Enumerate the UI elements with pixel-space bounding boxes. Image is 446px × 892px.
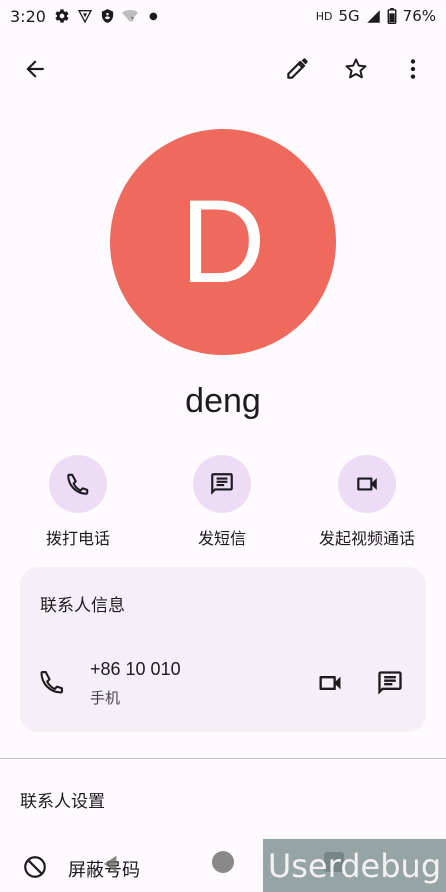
status-bar-right: HD 5G 76% xyxy=(316,7,436,25)
signal-icon xyxy=(366,9,381,24)
back-arrow-icon xyxy=(22,56,48,82)
phone-icon[interactable] xyxy=(38,668,66,696)
phone-number[interactable]: +86 10 010 xyxy=(90,659,181,680)
more-options-button[interactable] xyxy=(392,48,434,90)
block-number-label: 屏蔽号码 xyxy=(68,860,140,881)
videocam-icon xyxy=(354,471,380,497)
app-bar xyxy=(0,48,446,90)
network-type: 5G xyxy=(338,7,360,25)
svg-text:?: ? xyxy=(131,16,134,23)
sms-action-label: 发短信 xyxy=(197,529,246,548)
edit-pencil-icon xyxy=(284,56,310,82)
message-icon xyxy=(209,471,235,497)
sms-action-button[interactable] xyxy=(193,455,251,513)
avatar-initial: D xyxy=(180,176,266,308)
video-call-action-button[interactable] xyxy=(338,455,396,513)
call-action-label: 拨打电话 xyxy=(45,529,110,548)
section-divider xyxy=(0,758,446,759)
message-icon[interactable] xyxy=(376,669,404,697)
call-action[interactable]: 拨打电话 xyxy=(3,455,153,549)
vpn-icon xyxy=(76,8,94,24)
gear-icon xyxy=(54,8,70,24)
contact-name: deng xyxy=(185,382,261,420)
contact-avatar: D xyxy=(110,129,336,355)
status-bar: 3:20 ? ● HD 5G 76% xyxy=(0,0,446,32)
star-icon xyxy=(343,56,369,82)
status-bar-left: 3:20 ? ● xyxy=(10,7,158,26)
sms-action[interactable]: 发短信 xyxy=(147,455,297,549)
battery-percent: 76% xyxy=(402,7,436,25)
videocam-icon[interactable] xyxy=(316,669,344,697)
back-button[interactable] xyxy=(14,48,56,90)
video-call-action-label: 发起视频通话 xyxy=(318,529,415,548)
favorite-button[interactable] xyxy=(335,48,377,90)
video-call-action[interactable]: 发起视频通话 xyxy=(292,455,442,549)
edit-button[interactable] xyxy=(276,48,318,90)
shield-icon xyxy=(100,8,115,24)
userdebug-watermark: Userdebug xyxy=(263,839,446,892)
contact-info-card: 联系人信息 +86 10 010 手机 xyxy=(20,567,426,732)
wifi-icon: ? xyxy=(121,8,139,24)
contact-info-title: 联系人信息 xyxy=(40,596,125,616)
phone-icon xyxy=(65,471,91,497)
more-vert-icon xyxy=(400,56,426,82)
call-action-button[interactable] xyxy=(49,455,107,513)
phone-type: 手机 xyxy=(90,689,121,707)
battery-icon xyxy=(387,8,397,24)
status-time: 3:20 xyxy=(10,6,46,26)
dot-icon: ● xyxy=(148,10,158,22)
network-hd-label: HD xyxy=(315,9,333,23)
contact-settings-title: 联系人设置 xyxy=(20,792,105,812)
block-icon xyxy=(22,854,48,880)
